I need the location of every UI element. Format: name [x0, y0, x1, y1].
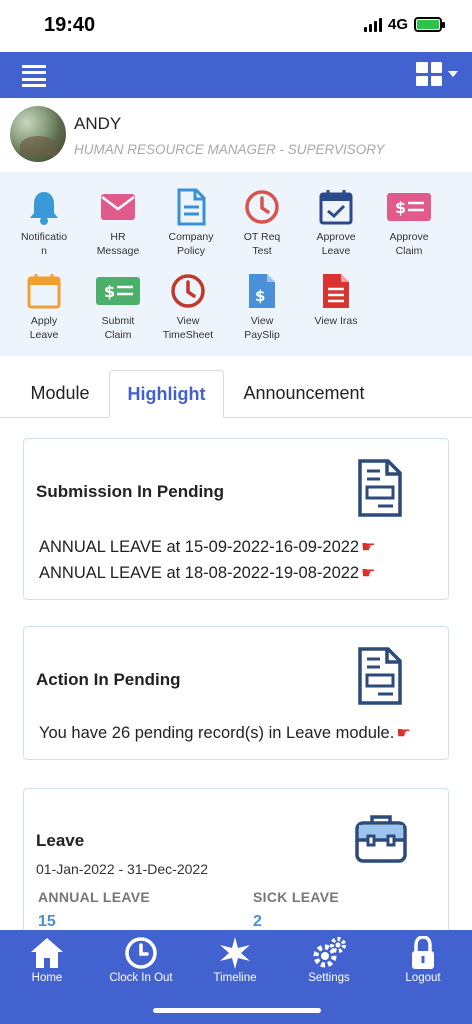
nav-logout[interactable]: Logout: [376, 936, 470, 984]
leave-card: Leave 01-Jan-2022 - 31-Dec-2022 ANNUAL L…: [23, 788, 449, 930]
calendar-check-icon: [319, 190, 353, 225]
pointing-hand-icon: ☛: [361, 539, 376, 556]
quick-action-label: HR Message: [96, 231, 140, 257]
signal-icon: [363, 17, 382, 32]
pending-item[interactable]: ANNUAL LEAVE at 15-09-2022-16-09-2022 ☛: [39, 537, 375, 557]
nav-label: Clock In Out: [109, 972, 173, 984]
document-icon: [177, 188, 206, 226]
card-title: Submission In Pending: [36, 482, 224, 501]
leave-period: 01-Jan-2022 - 31-Dec-2022: [36, 861, 208, 877]
envelope-icon: [101, 194, 135, 220]
caret-down-icon: [448, 71, 458, 77]
quick-action-label: Approve Leave: [316, 231, 356, 257]
money-bill-icon: $: [96, 277, 140, 305]
nav-timeline[interactable]: Timeline: [188, 936, 282, 984]
card-title: Leave: [36, 831, 85, 850]
battery-icon: [414, 17, 445, 32]
apps-menu-button[interactable]: [416, 62, 458, 86]
tab-module[interactable]: Module: [14, 370, 106, 417]
pending-item-text: ANNUAL LEAVE at 15-09-2022-16-09-2022: [39, 538, 360, 556]
tab-highlight[interactable]: Highlight: [109, 370, 224, 418]
svg-text:$: $: [395, 198, 406, 217]
document-text-icon: [323, 274, 349, 308]
leave-balance-sick[interactable]: 2: [253, 913, 262, 930]
network-type: 4G: [387, 16, 408, 33]
app-header: [0, 52, 472, 98]
nav-label: Logout: [405, 972, 441, 984]
profile-name: ANDY: [74, 114, 122, 133]
nav-label: Settings: [308, 972, 350, 984]
profile-section: ANDY HUMAN RESOURCE MANAGER - SUPERVISOR…: [0, 98, 472, 172]
svg-text:$: $: [255, 287, 265, 305]
status-bar: 19:40 4G: [0, 0, 472, 52]
pending-item[interactable]: ANNUAL LEAVE at 18-08-2022-19-08-2022 ☛: [39, 563, 375, 583]
clock-icon: [125, 937, 157, 969]
invoice-icon: [358, 459, 402, 517]
status-time: 19:40: [44, 14, 96, 36]
tab-announcement[interactable]: Announcement: [232, 370, 376, 417]
calendar-icon: [27, 274, 61, 309]
svg-text:$: $: [104, 282, 115, 301]
gears-icon: [313, 937, 346, 968]
quick-action-label: Approve Claim: [389, 231, 429, 257]
briefcase-icon: [355, 815, 407, 863]
nav-clock-in-out[interactable]: Clock In Out: [94, 936, 188, 984]
pending-action-item[interactable]: You have 26 pending record(s) in Leave m…: [39, 723, 411, 743]
quick-action-label: Submit Claim: [101, 315, 135, 341]
pointing-hand-icon: ☛: [361, 565, 376, 582]
leave-type-annual: ANNUAL LEAVE: [38, 889, 150, 905]
clock-icon: [171, 274, 205, 308]
bell-icon: [30, 192, 58, 225]
quick-action-apply-leave[interactable]: Apply Leave: [8, 272, 80, 342]
payslip-icon: $: [249, 274, 275, 308]
home-indicator[interactable]: [153, 1008, 321, 1013]
profile-role: HUMAN RESOURCE MANAGER - SUPERVISORY: [74, 142, 385, 157]
action-pending-card: Action In Pending You have 26 pending re…: [23, 626, 449, 760]
leave-balance-annual[interactable]: 15: [38, 913, 56, 930]
home-icon: [31, 938, 63, 968]
quick-action-label: View Iras: [314, 315, 358, 327]
leave-type-sick: SICK LEAVE: [253, 889, 339, 905]
quick-action-notification[interactable]: Notificatio n: [8, 188, 80, 258]
quick-action-label: View PaySlip: [244, 315, 280, 341]
avatar[interactable]: [10, 106, 66, 162]
quick-action-ot-req[interactable]: OT Req Test: [226, 188, 298, 258]
nav-label: Home: [31, 972, 63, 984]
lock-icon: [412, 936, 434, 969]
nav-home[interactable]: Home: [0, 936, 94, 984]
quick-action-label: View TimeSheet: [162, 315, 214, 341]
invoice-icon: [358, 647, 402, 705]
grid-icon: [416, 62, 442, 86]
quick-action-company-policy[interactable]: Company Policy: [155, 188, 227, 258]
status-indicators: 4G: [363, 16, 445, 33]
star-icon: [220, 937, 250, 969]
quick-action-label: Apply Leave: [29, 315, 59, 341]
quick-action-view-timesheet[interactable]: View TimeSheet: [152, 272, 224, 342]
quick-action-approve-claim[interactable]: $ Approve Claim: [373, 188, 445, 258]
quick-action-hr-message[interactable]: HR Message: [82, 188, 154, 258]
hamburger-menu-icon[interactable]: [22, 65, 46, 87]
quick-action-approve-leave[interactable]: Approve Leave: [300, 188, 372, 258]
quick-action-label: OT Req Test: [243, 231, 281, 257]
submission-pending-card: Submission In Pending ANNUAL LEAVE at 15…: [23, 438, 449, 600]
highlight-content: Submission In Pending ANNUAL LEAVE at 15…: [0, 418, 472, 930]
nav-label: Timeline: [213, 972, 257, 984]
pending-item-text: ANNUAL LEAVE at 18-08-2022-19-08-2022: [39, 564, 360, 582]
quick-action-submit-claim[interactable]: $ Submit Claim: [82, 272, 154, 342]
tab-bar: Module Highlight Announcement: [0, 370, 472, 418]
quick-action-label: Notificatio n: [20, 231, 68, 257]
quick-action-label: Company Policy: [168, 231, 214, 257]
pointing-hand-icon: ☛: [396, 725, 411, 742]
pending-action-text: You have 26 pending record(s) in Leave m…: [39, 724, 395, 742]
quick-actions-panel: Notificatio n HR Message Company Policy …: [0, 172, 472, 356]
quick-action-view-iras[interactable]: View Iras: [300, 272, 372, 328]
quick-action-view-payslip[interactable]: $ View PaySlip: [226, 272, 298, 342]
card-title: Action In Pending: [36, 670, 181, 689]
clock-icon: [245, 190, 279, 224]
money-bill-icon: $: [387, 193, 431, 221]
nav-settings[interactable]: Settings: [282, 936, 376, 984]
